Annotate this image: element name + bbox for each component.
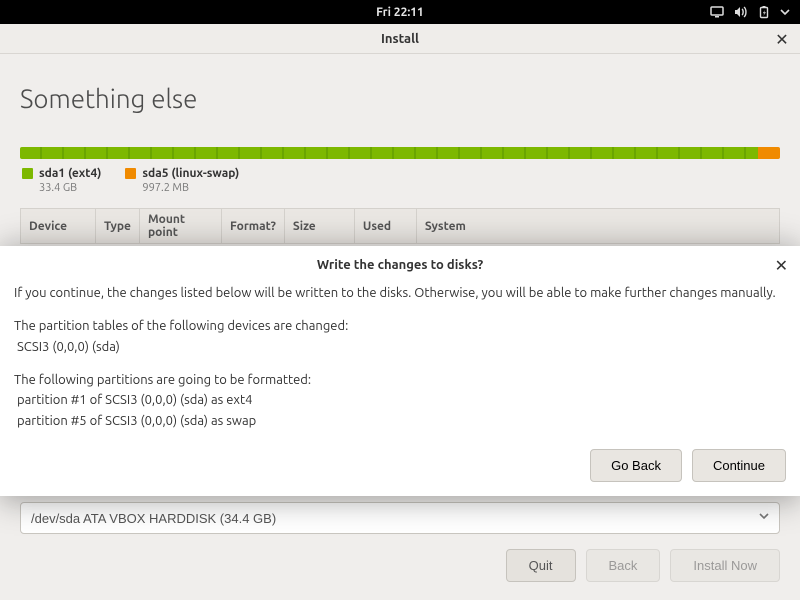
disk-segment-sda5 xyxy=(758,147,780,159)
legend-label: sda5 (linux-swap) xyxy=(142,167,239,180)
dialog-close-button[interactable]: ✕ xyxy=(775,256,788,275)
legend-label: sda1 (ext4) xyxy=(39,167,101,180)
partition-table[interactable]: Device Type Mount point Format? Size Use… xyxy=(20,208,780,244)
page-title: Something else xyxy=(20,84,780,113)
col-used[interactable]: Used xyxy=(354,209,416,244)
install-now-button: Install Now xyxy=(670,549,780,582)
col-size[interactable]: Size xyxy=(284,209,354,244)
topbar-tray xyxy=(710,0,796,24)
confirm-write-dialog: Write the changes to disks? ✕ If you con… xyxy=(0,246,800,496)
col-mount[interactable]: Mount point xyxy=(139,209,221,244)
col-device[interactable]: Device xyxy=(21,209,96,244)
dialog-text: The following partitions are going to be… xyxy=(14,371,786,390)
legend-item-sda1: sda1 (ext4) 33.4 GB xyxy=(22,167,101,194)
back-button: Back xyxy=(586,549,661,582)
legend-swatch xyxy=(125,168,136,179)
display-icon[interactable] xyxy=(710,6,724,18)
bootloader-device-select[interactable]: /dev/sda ATA VBOX HARDDISK (34.4 GB) xyxy=(20,502,780,534)
legend-swatch xyxy=(22,168,33,179)
legend-size: 997.2 MB xyxy=(142,182,239,194)
disk-legend: sda1 (ext4) 33.4 GB sda5 (linux-swap) 99… xyxy=(22,167,780,194)
topbar-clock[interactable]: Fri 22:11 xyxy=(376,6,424,19)
disk-usage-strip xyxy=(20,147,780,159)
quit-button[interactable]: Quit xyxy=(506,549,576,582)
volume-icon[interactable] xyxy=(734,6,748,18)
legend-size: 33.4 GB xyxy=(39,182,101,194)
gnome-topbar: Fri 22:11 xyxy=(0,0,800,24)
dialog-text: partition #5 of SCSI3 (0,0,0) (sda) as s… xyxy=(14,412,786,431)
dialog-text: The partition tables of the following de… xyxy=(14,317,786,336)
continue-button[interactable]: Continue xyxy=(692,449,786,482)
dialog-text: partition #1 of SCSI3 (0,0,0) (sda) as e… xyxy=(14,391,786,410)
dialog-text: If you continue, the changes listed belo… xyxy=(14,284,786,303)
window-close-button[interactable]: ✕ xyxy=(772,29,792,49)
installer-footer: Quit Back Install Now xyxy=(506,549,780,582)
go-back-button[interactable]: Go Back xyxy=(590,449,682,482)
legend-item-sda5: sda5 (linux-swap) 997.2 MB xyxy=(125,167,239,194)
window-title-text: Install xyxy=(381,32,419,46)
col-type[interactable]: Type xyxy=(96,209,140,244)
chevron-down-icon[interactable] xyxy=(780,7,790,17)
col-system[interactable]: System xyxy=(416,209,779,244)
battery-icon[interactable] xyxy=(758,5,770,19)
window-titlebar: Install ✕ xyxy=(0,24,800,54)
disk-segment-sda1 xyxy=(20,147,758,159)
dialog-text: SCSI3 (0,0,0) (sda) xyxy=(14,338,786,357)
col-format[interactable]: Format? xyxy=(221,209,284,244)
dialog-title: Write the changes to disks? xyxy=(14,258,786,272)
